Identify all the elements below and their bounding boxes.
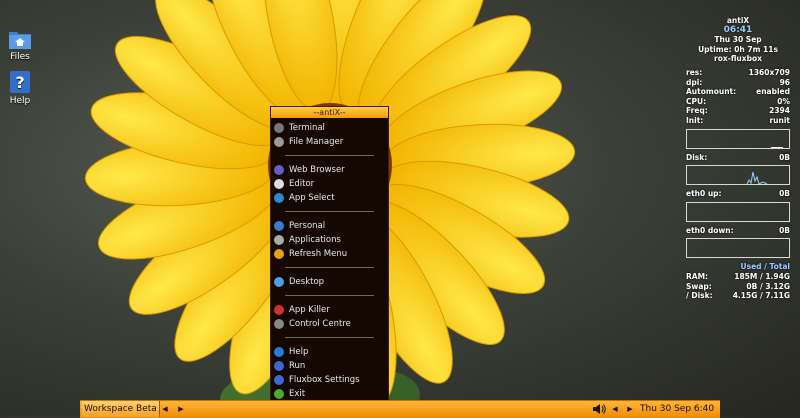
conky-disk-row: Disk: 0B <box>686 152 790 162</box>
menu-item-run[interactable]: Run <box>271 359 388 373</box>
settings-icon <box>274 375 284 385</box>
menu-item-editor[interactable]: Editor <box>271 177 388 191</box>
usage-row: RAM: 185M / 1.94G <box>686 271 790 281</box>
menu-separator <box>285 211 374 212</box>
menu-item-app-select[interactable]: App Select <box>271 191 388 205</box>
conky-stat-row: Freq: 2394 <box>686 106 790 116</box>
menu-item-file-manager[interactable]: File Manager <box>271 135 388 149</box>
disk-graph <box>686 165 790 186</box>
menu-item-control-centre[interactable]: Control Centre <box>271 317 388 331</box>
menu-item-label: Help <box>289 347 309 357</box>
taskbar: Workspace Beta ◀ ▶ ◀ ▶ Thu 30 Sep 6:40 <box>80 400 720 418</box>
menu-item-label: App Killer <box>289 305 330 315</box>
desktop-icon-help[interactable]: ? Help <box>0 70 40 106</box>
conky-eth-down-row: eth0 down: 0B <box>686 225 790 235</box>
menu-separator <box>285 337 374 338</box>
menu-item-label: Run <box>289 361 306 371</box>
eth-up-graph <box>686 201 790 222</box>
cpu-graph <box>686 128 790 149</box>
refresh-icon <box>274 249 284 259</box>
menu-separator <box>285 155 374 156</box>
conky-stat-row: res: 1360x709 <box>686 67 790 77</box>
menu-item-personal[interactable]: Personal <box>271 219 388 233</box>
menu-item-help[interactable]: Help <box>271 345 388 359</box>
menu-item-label: App Select <box>289 193 335 203</box>
taskbar-clock: Thu 30 Sep 6:40 <box>640 404 715 414</box>
prev-window-button[interactable]: ◀ <box>610 403 620 415</box>
menu-separator <box>285 267 374 268</box>
menu-item-label: Control Centre <box>289 319 351 329</box>
conky-time: 06:41 <box>723 24 753 35</box>
root-menu: --antiX-- Terminal File Manager Web Browse… <box>270 106 389 404</box>
menu-item-web-browser[interactable]: Web Browser <box>271 163 388 177</box>
conky-uptime: Uptime: 0h 7m 11s <box>698 44 778 54</box>
terminal-icon <box>274 123 284 133</box>
menu-item-label: Desktop <box>289 277 325 287</box>
menu-item-applications[interactable]: Applications <box>271 233 388 247</box>
menu-item-label: Exit <box>289 389 306 399</box>
conky-monitor: antiX 06:41 Thu 30 Sep Uptime: 0h 7m 11s… <box>686 16 790 301</box>
desktop-icon <box>274 277 284 287</box>
conky-stat-row: Automount: enabled <box>686 87 790 97</box>
menu-item-label: Refresh Menu <box>289 249 348 259</box>
menu-item-label: Personal <box>289 221 326 231</box>
web-browser-icon <box>274 165 284 175</box>
usage-header: Used / Total <box>740 262 790 272</box>
menu-title: --antiX-- <box>271 107 388 118</box>
volume-icon[interactable] <box>592 403 606 415</box>
next-workspace-button[interactable]: ▶ <box>176 403 186 415</box>
conky-stat-row: Init: runit <box>686 115 790 125</box>
help-label: Help <box>9 96 31 106</box>
conky-eth-up-row: eth0 up: 0B <box>686 189 790 199</box>
menu-item-refresh-menu[interactable]: Refresh Menu <box>271 247 388 261</box>
app-killer-icon <box>274 305 284 315</box>
conky-stat-row: dpi: 96 <box>686 77 790 87</box>
menu-item-label: File Manager <box>289 137 344 147</box>
workspace-name[interactable]: Workspace Beta <box>82 401 160 417</box>
desktop-icon-files[interactable]: Files <box>0 28 40 62</box>
menu-item-desktop[interactable]: Desktop <box>271 275 388 289</box>
menu-separator <box>285 295 374 296</box>
menu-item-label: Editor <box>289 179 315 189</box>
usage-row: Swap: 0B / 3.12G <box>686 281 790 291</box>
menu-item-label: Applications <box>289 235 341 245</box>
app-select-icon <box>274 193 284 203</box>
personal-icon <box>274 221 284 231</box>
conky-host: rox-fluxbox <box>714 54 762 64</box>
control-centre-icon <box>274 319 284 329</box>
file-manager-icon <box>274 137 284 147</box>
menu-item-label: Web Browser <box>289 165 345 175</box>
menu-item-terminal[interactable]: Terminal <box>271 121 388 135</box>
editor-icon <box>274 179 284 189</box>
home-folder-icon <box>9 32 31 49</box>
help-icon: ? <box>10 71 30 93</box>
menu-item-exit[interactable]: Exit <box>271 387 388 401</box>
exit-icon <box>274 389 284 399</box>
menu-item-fluxbox-settings[interactable]: Fluxbox Settings <box>271 373 388 387</box>
menu-item-label: Terminal <box>289 123 325 133</box>
svg-text:?: ? <box>15 73 24 92</box>
menu-item-app-killer[interactable]: App Killer <box>271 303 388 317</box>
eth-down-graph <box>686 238 790 259</box>
prev-workspace-button[interactable]: ◀ <box>160 403 170 415</box>
help-icon <box>274 347 284 357</box>
conky-stat-row: CPU: 0% <box>686 96 790 106</box>
wallpaper <box>84 0 576 417</box>
menu-item-label: Fluxbox Settings <box>289 375 360 385</box>
files-label: Files <box>10 52 30 62</box>
conky-date: Thu 30 Sep <box>714 35 762 45</box>
applications-icon <box>274 235 284 245</box>
usage-row: / Disk: 4.15G / 7.11G <box>686 291 790 301</box>
next-window-button[interactable]: ▶ <box>625 403 635 415</box>
run-icon <box>274 361 284 371</box>
